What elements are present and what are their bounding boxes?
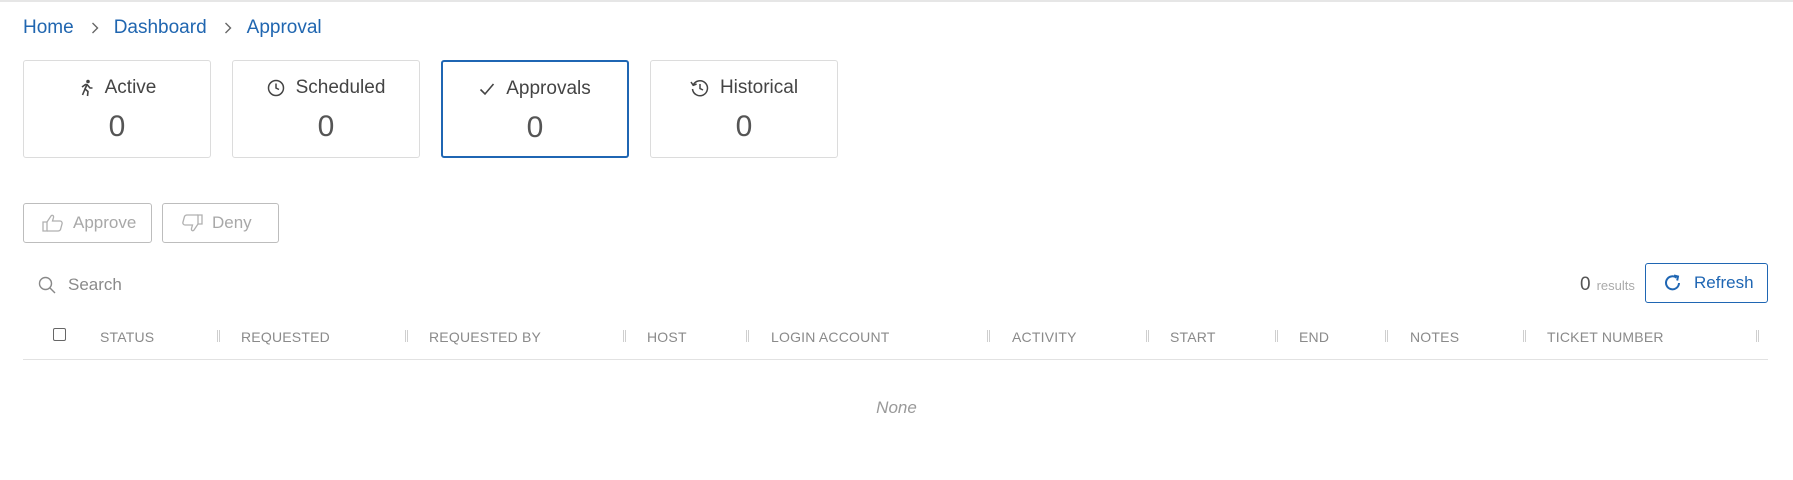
results-number: 0 [1580, 274, 1591, 295]
card-historical[interactable]: Historical 0 [650, 60, 838, 158]
select-all-checkbox[interactable] [53, 328, 66, 341]
thumbs-up-icon [42, 214, 63, 232]
col-resize-handle[interactable] [1146, 330, 1149, 342]
chevron-right-icon [224, 22, 232, 34]
card-historical-header: Historical [651, 77, 837, 99]
card-approvals-label: Approvals [506, 78, 591, 99]
col-resize-handle[interactable] [405, 330, 408, 342]
col-resize-handle[interactable] [1275, 330, 1278, 342]
card-scheduled-label: Scheduled [295, 77, 386, 98]
col-resize-handle[interactable] [623, 330, 626, 342]
card-active-header: Active [24, 77, 210, 99]
clock-icon [267, 79, 284, 97]
col-notes[interactable]: NOTES [1410, 329, 1459, 345]
card-approvals-count: 0 [526, 111, 544, 144]
col-resize-handle[interactable] [987, 330, 990, 342]
chevron-right-icon [91, 22, 99, 34]
thumbs-down-icon [182, 214, 203, 232]
card-historical-label: Historical [719, 77, 799, 98]
approve-label: Approve [73, 213, 137, 232]
col-start[interactable]: START [1170, 329, 1216, 345]
col-resize-handle[interactable] [217, 330, 220, 342]
search-input[interactable] [66, 274, 410, 296]
refresh-button[interactable]: Refresh [1645, 263, 1768, 303]
top-divider [0, 0, 1793, 2]
breadcrumb-approval[interactable]: Approval [247, 17, 322, 39]
refresh-icon [1665, 274, 1680, 291]
card-scheduled-header: Scheduled [233, 77, 419, 99]
col-resize-handle[interactable] [1756, 330, 1759, 342]
col-resize-handle[interactable] [746, 330, 749, 342]
card-historical-count: 0 [735, 110, 753, 143]
deny-button[interactable]: Deny [162, 203, 279, 243]
col-end[interactable]: END [1299, 329, 1329, 345]
refresh-label: Refresh [1694, 273, 1754, 292]
col-requested[interactable]: REQUESTED [241, 329, 330, 345]
empty-state: None [876, 398, 917, 417]
card-approvals-header: Approvals [443, 78, 627, 100]
col-host[interactable]: HOST [647, 329, 687, 345]
col-login-account[interactable]: LOGIN ACCOUNT [771, 329, 890, 345]
col-resize-handle[interactable] [1385, 330, 1388, 342]
card-active-count: 0 [108, 110, 126, 143]
breadcrumb-dashboard[interactable]: Dashboard [114, 17, 207, 39]
card-scheduled[interactable]: Scheduled 0 [232, 60, 420, 158]
results-count: 0 results [1580, 274, 1636, 296]
card-active[interactable]: Active 0 [23, 60, 211, 158]
running-person-icon [81, 79, 93, 97]
history-icon [690, 80, 709, 97]
search-bar [38, 272, 438, 298]
check-icon [480, 83, 495, 96]
col-requested-by[interactable]: REQUESTED BY [429, 329, 541, 345]
deny-label: Deny [212, 213, 252, 232]
col-ticket-number[interactable]: TICKET NUMBER [1547, 329, 1664, 345]
breadcrumb: Home Dashboard Approval [23, 17, 322, 39]
breadcrumb-home[interactable]: Home [23, 17, 74, 39]
card-active-label: Active [104, 77, 157, 98]
table-header: STATUS REQUESTED REQUESTED BY HOST LOGIN… [23, 318, 1768, 360]
col-activity[interactable]: ACTIVITY [1012, 329, 1077, 345]
search-icon [38, 276, 56, 294]
col-status[interactable]: STATUS [100, 329, 154, 345]
card-approvals[interactable]: Approvals 0 [441, 60, 629, 158]
results-label: results [1596, 278, 1635, 293]
col-resize-handle[interactable] [1523, 330, 1526, 342]
card-scheduled-count: 0 [317, 110, 335, 143]
approve-button[interactable]: Approve [23, 203, 152, 243]
